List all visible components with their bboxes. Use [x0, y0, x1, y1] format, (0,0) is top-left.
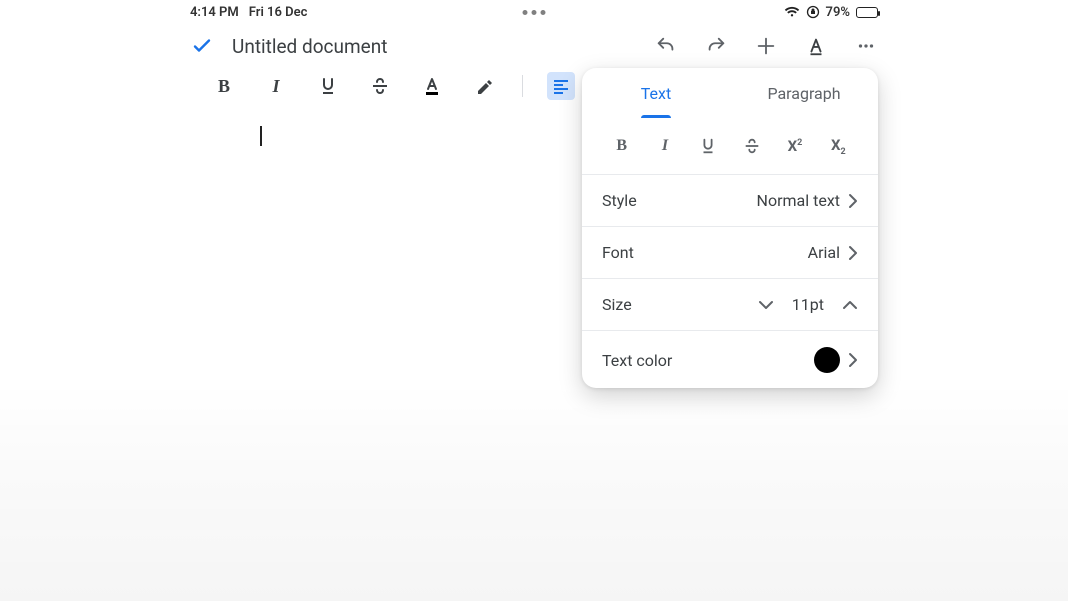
size-decrease-button[interactable] [758, 300, 774, 310]
panel-style-value: Normal text [757, 191, 840, 210]
dot-icon [523, 10, 528, 15]
document-title[interactable]: Untitled document [232, 35, 387, 58]
size-increase-button[interactable] [842, 300, 858, 310]
tab-text[interactable]: Text [582, 68, 730, 118]
insert-button[interactable] [754, 34, 778, 58]
top-actions [654, 34, 878, 58]
text-format-button[interactable] [804, 34, 828, 58]
status-left: 4:14 PM Fri 16 Dec [190, 5, 307, 20]
chevron-right-icon [848, 245, 858, 261]
panel-textcolor-row[interactable]: Text color [582, 331, 878, 388]
panel-font-label: Font [602, 243, 634, 262]
dot-icon [541, 10, 546, 15]
panel-size-label: Size [602, 295, 632, 314]
toolbar-divider [522, 75, 523, 97]
undo-button[interactable] [654, 34, 678, 58]
underline-button[interactable] [314, 72, 342, 100]
battery-icon [856, 7, 878, 18]
status-time: 4:14 PM [190, 5, 239, 20]
app-header: Untitled document [0, 24, 1068, 66]
chevron-right-icon [848, 352, 858, 368]
bottom-shade [0, 381, 1068, 601]
text-caret [260, 126, 262, 146]
panel-textcolor-label: Text color [602, 351, 672, 370]
status-date: Fri 16 Dec [249, 5, 308, 20]
panel-format-icons: B I X2 X2 [582, 118, 878, 175]
bold-button[interactable]: B [210, 72, 238, 100]
dot-icon [532, 10, 537, 15]
multitask-dots[interactable] [523, 10, 546, 15]
panel-tabs: Text Paragraph [582, 68, 878, 118]
orientation-lock-icon [806, 5, 820, 19]
wifi-icon [784, 6, 800, 18]
italic-button[interactable]: I [262, 72, 290, 100]
panel-bold-button[interactable]: B [608, 132, 636, 160]
panel-size-row: Size 11pt [582, 279, 878, 331]
ipad-status-bar: 4:14 PM Fri 16 Dec 79% [0, 0, 1068, 24]
panel-strikethrough-button[interactable] [738, 132, 766, 160]
panel-font-value: Arial [808, 243, 840, 262]
format-toolbar: B I [0, 66, 1068, 106]
panel-style-row[interactable]: Style Normal text [582, 175, 878, 227]
color-swatch-black [814, 347, 840, 373]
done-checkmark-button[interactable] [190, 34, 214, 58]
highlight-button[interactable] [470, 72, 498, 100]
chevron-right-icon [848, 193, 858, 209]
format-panel: Text Paragraph B I X2 X2 Style Normal te… [582, 68, 878, 388]
panel-underline-button[interactable] [694, 132, 722, 160]
panel-italic-button[interactable]: I [651, 132, 679, 160]
more-menu-button[interactable] [854, 34, 878, 58]
tab-paragraph[interactable]: Paragraph [730, 68, 878, 118]
align-left-button[interactable] [547, 72, 575, 100]
text-color-button[interactable] [418, 72, 446, 100]
panel-subscript-button[interactable]: X2 [824, 132, 852, 160]
redo-button[interactable] [704, 34, 728, 58]
document-canvas[interactable] [0, 106, 1068, 146]
panel-font-row[interactable]: Font Arial [582, 227, 878, 279]
panel-superscript-button[interactable]: X2 [781, 132, 809, 160]
battery-percent: 79% [826, 5, 850, 20]
panel-size-value[interactable]: 11pt [792, 295, 824, 314]
status-right: 79% [784, 5, 878, 20]
panel-style-label: Style [602, 191, 637, 210]
strikethrough-button[interactable] [366, 72, 394, 100]
